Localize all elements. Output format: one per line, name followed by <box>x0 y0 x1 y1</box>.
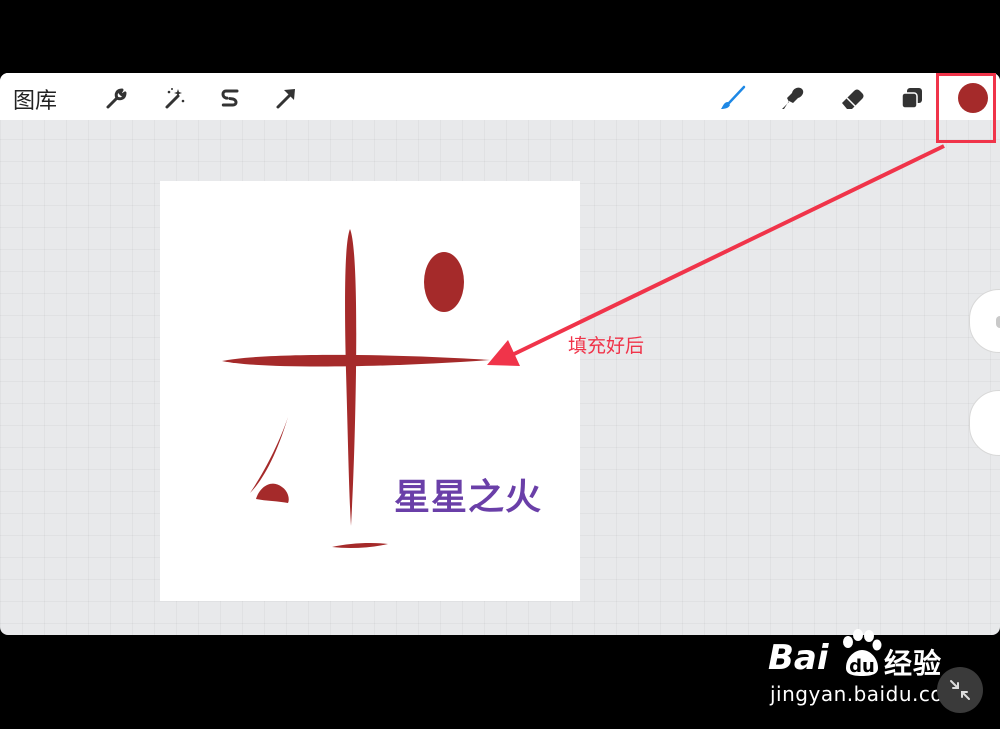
dot-stroke <box>424 252 464 312</box>
selection-s-icon[interactable] <box>216 84 244 112</box>
gallery-button[interactable]: 图库 <box>13 83 57 115</box>
vertical-stroke <box>345 229 357 526</box>
baidu-logo-text: Bai <box>768 638 829 678</box>
magic-wand-icon[interactable] <box>160 84 188 112</box>
watermark-url: jingyan.baidu.com <box>770 682 964 706</box>
horizontal-stroke <box>222 354 490 367</box>
collapse-arrows-icon <box>950 680 970 700</box>
left-diagonal-stroke <box>250 417 288 493</box>
wrench-icon[interactable] <box>102 84 130 112</box>
jingyan-logo-text: 经验 <box>884 647 943 680</box>
baidu-jingyan-logo: Bai du 经验 <box>768 629 958 680</box>
baidu-paw-icon: du <box>843 629 882 677</box>
collapse-button[interactable] <box>937 667 983 713</box>
slider-handle[interactable] <box>996 316 1000 328</box>
annotation-label: 填充好后 <box>568 335 645 357</box>
eraser-icon[interactable] <box>838 84 866 112</box>
smudge-icon[interactable] <box>778 84 806 112</box>
small-blob-stroke <box>256 483 289 503</box>
brush-icon[interactable] <box>718 84 746 112</box>
annotation-highlight-box <box>936 73 996 143</box>
canvas-text: 星星之火 <box>394 477 543 518</box>
layers-icon[interactable] <box>898 84 926 112</box>
transform-arrow-icon[interactable] <box>272 84 300 112</box>
bottom-dash-stroke <box>332 543 388 548</box>
svg-text:du: du <box>849 656 875 677</box>
drawing-canvas[interactable]: 星星之火 <box>160 181 580 601</box>
brush-strokes <box>222 229 490 548</box>
top-toolbar: 图库 <box>0 73 1000 120</box>
